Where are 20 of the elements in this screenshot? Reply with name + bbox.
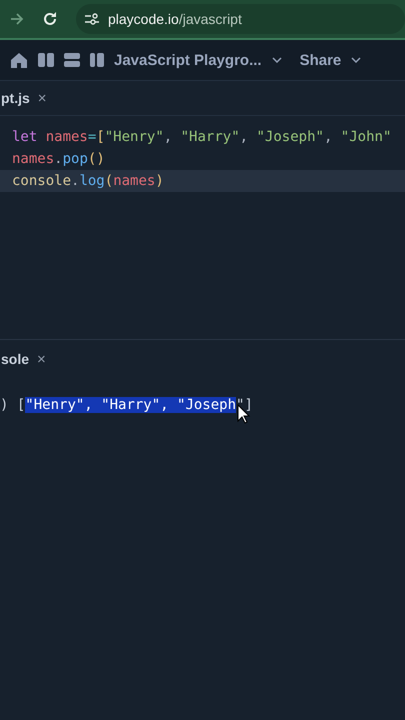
close-tab[interactable]: × [38, 90, 47, 106]
site-settings-icon[interactable] [84, 13, 100, 25]
console-tab[interactable]: sole [1, 351, 30, 367]
code-line: names.pop() [11, 150, 106, 169]
console-output: ) ["Henry", "Harry", "Joseph"] [0, 396, 253, 415]
code-line: let names=["Henry", "Harry", "Joseph", "John" [11, 128, 392, 147]
share-menu[interactable]: Share [300, 52, 342, 68]
split-columns-icon[interactable] [38, 52, 54, 68]
file-tab[interactable]: pt.js [1, 90, 30, 106]
forward-icon[interactable] [10, 13, 24, 25]
close-tab[interactable]: × [37, 350, 46, 368]
chevron-down-icon[interactable] [272, 57, 282, 63]
url-text: playcode.io/javascript [108, 11, 242, 27]
chevron-down-icon[interactable] [351, 57, 362, 63]
split-rows-icon[interactable] [64, 52, 80, 68]
address-bar[interactable]: playcode.io/javascript [76, 4, 405, 34]
project-title[interactable]: JavaScript Playgro... [114, 52, 262, 68]
home-icon[interactable] [10, 52, 28, 68]
panel-icon[interactable] [90, 52, 104, 68]
reload-icon[interactable] [42, 11, 58, 27]
